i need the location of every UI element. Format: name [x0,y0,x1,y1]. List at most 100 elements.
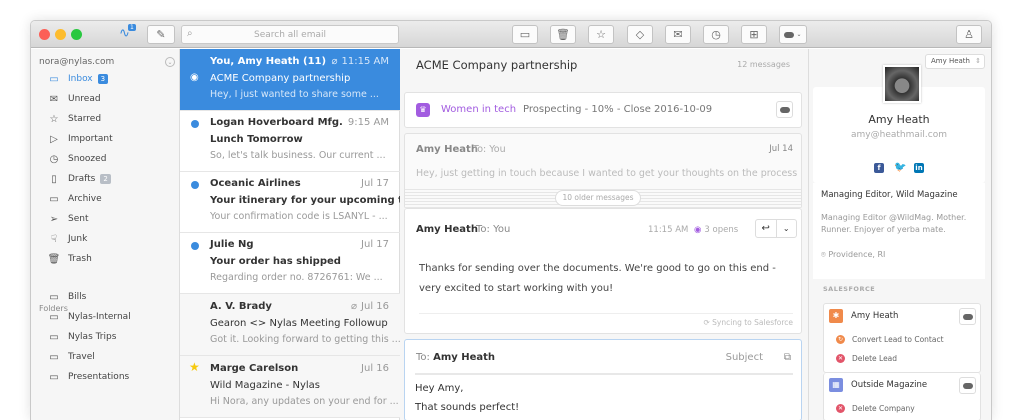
composer-body-line[interactable]: That sounds perfect! [415,402,519,413]
linkedin-icon[interactable]: in [914,163,924,173]
attachment-icon: ⌀ [351,301,358,312]
thread-from: A. V. Brady [210,301,272,312]
folder-item[interactable]: ▭ Nylas-Internal [47,309,131,325]
mark-unread-button[interactable]: ✉ [665,25,691,44]
sidebar-item-label: Inbox [68,74,93,84]
lead-row[interactable]: ✱ Amy Heath [829,309,898,323]
facebook-icon[interactable]: f [874,163,884,173]
chevron-down-icon: ⌄ [796,31,802,38]
trash-button[interactable]: 🗑 [550,25,576,44]
salesforce-heading: SALESFORCE [823,285,876,293]
thread-row[interactable]: Oceanic Airlines Jul 17 Your itinerary f… [180,171,418,233]
search-icon: ⌕ [187,28,193,39]
composer-body-line[interactable]: Hey Amy, [415,383,463,394]
sidebar-item-important[interactable]: ▷ Important [47,131,112,147]
snooze-button[interactable]: ◷ [703,25,729,44]
sidebar-item-sent[interactable]: ➢ Sent [47,211,89,227]
thread-from: Oceanic Airlines [210,178,301,189]
archive-button[interactable]: ▭ [512,25,538,44]
sidebar-item-trash[interactable]: 🗑 Trash [47,251,92,267]
thread-row[interactable]: ★ Marge Carelson Jul 16 Wild Magazine - … [180,356,400,418]
crown-icon: ♛ [416,103,430,117]
sidebar-item-label: Starred [68,114,102,124]
contact-sidebar-toggle[interactable]: ♙ [956,25,982,44]
folder-icon: ▭ [49,351,59,363]
trash-icon: 🗑 [556,28,570,41]
sidebar-item-drafts[interactable]: ▯ Drafts 2 [47,171,111,187]
popout-icon[interactable]: ⧉ [784,352,791,363]
reply-options-chevron-icon[interactable]: ⌄ [775,220,797,237]
label-button[interactable]: ◇ [627,25,653,44]
send-icon: ➢ [49,213,59,225]
attachment-icon: ⌀ [331,56,338,67]
salesforce-cloud-icon [779,106,790,113]
sidebar-item-archive[interactable]: ▭ Archive [47,191,101,207]
opportunity-card[interactable]: ♛ Women in tech Prospecting - 10% - Clos… [404,92,802,128]
convert-lead-action[interactable]: ↻ Convert Lead to Contact [836,335,944,344]
message: Amy Heath To: You 11:15 AM ◉ 3 opens ↩ ⌄ T… [404,208,802,334]
sidebar-item-unread[interactable]: ✉ Unread [47,91,101,107]
activity-icon[interactable]: ∿ 1 [119,24,136,41]
folder-label: Nylas Trips [68,332,117,342]
salesforce-menu-button[interactable]: ⌄ [779,25,807,44]
convert-icon: ↻ [836,335,845,344]
contact-email[interactable]: amy@heathmail.com [813,130,985,140]
sidebar-item-label: Snoozed [68,154,107,164]
folder-item[interactable]: ▭ Travel [47,349,95,365]
sidebar-item-snoozed[interactable]: ◷ Snoozed [47,151,107,167]
thread-row[interactable]: ◉ You, Amy Heath (11) ⌀ 11:15 AM ACME Com… [180,49,400,111]
close-window-button[interactable] [39,29,50,40]
star-icon[interactable]: ★ [189,360,200,374]
compose-button[interactable]: ✎ [147,25,175,44]
folder-label: Nylas-Internal [68,312,131,322]
reply-button-group[interactable]: ↩ ⌄ [755,219,797,238]
action-label: Convert Lead to Contact [852,335,944,344]
folder-item[interactable]: ▭ Nylas Trips [47,329,116,345]
salesforce-button[interactable] [959,308,976,325]
company-name: Outside Magazine [851,380,928,390]
subject-toggle[interactable]: Subject [726,352,763,363]
zoom-window-button[interactable] [71,29,82,40]
search-placeholder: Search all email [254,29,326,40]
folder-icon: ▭ [49,291,59,303]
company-row[interactable]: ▦ Outside Magazine [829,378,927,392]
thread-row[interactable]: A. V. Brady ⌀ Jul 16 Gearon <> Nylas Meet… [180,294,401,356]
search-input[interactable]: ⌕ Search all email [181,25,399,44]
opportunity-name[interactable]: Women in tech [441,104,516,115]
salesforce-button[interactable] [776,101,793,118]
move-folder-button[interactable]: ⊞ [741,25,767,44]
thread-row[interactable]: Logan Hoverboard Mfg. 9:15 AM Lunch Tomo… [180,110,400,172]
sidebar-item-label: Sent [68,214,89,224]
folder-item[interactable]: ▭ Presentations [47,369,129,385]
important-icon: ▷ [50,133,58,145]
sidebar-item-junk[interactable]: ☟ Junk [47,231,87,247]
folder-label: Travel [68,352,95,362]
collapsed-message[interactable]: Amy Heath To: You Jul 14 Hey, just getti… [404,133,802,209]
salesforce-button[interactable] [959,377,976,394]
reply-composer[interactable]: To: Amy Heath Subject ⧉ Hey Amy, That so… [404,339,802,420]
thread-snippet: So, let's talk business. Our current ... [210,150,386,161]
sidebar-item-label: Junk [68,234,88,244]
avatar [883,65,921,103]
delete-lead-action[interactable]: ✕ Delete Lead [836,354,897,363]
sidebar-item-starred[interactable]: ☆ Starred [47,111,102,127]
divider [419,313,793,314]
sync-icon: ⟳ [703,318,713,327]
account-chevron-icon[interactable]: ⌄ [165,57,175,67]
thread-row[interactable]: Julie Ng Jul 17 Your order has shipped R… [180,232,400,294]
composer-to-field[interactable]: To: Amy Heath [416,352,495,363]
recipient-token[interactable]: Amy Heath [433,352,495,363]
twitter-icon[interactable]: 🐦 [894,163,906,173]
minimize-window-button[interactable] [55,29,66,40]
unread-icon: ✉ [49,93,59,105]
sidebar-item-inbox[interactable]: ▭ Inbox 3 [47,71,109,87]
company-icon: ▦ [829,378,843,392]
delete-company-action[interactable]: ✕ Delete Company [836,404,915,413]
lead-name: Amy Heath [851,311,899,321]
older-messages-button[interactable]: 10 older messages [555,190,641,206]
reply-icon[interactable]: ↩ [756,220,776,237]
star-button[interactable]: ☆ [588,25,614,44]
thread-subject: Lunch Tomorrow [210,134,303,145]
folder-item[interactable]: ▭ Bills [47,289,86,305]
contact-selector[interactable]: Amy Heath [924,54,985,69]
